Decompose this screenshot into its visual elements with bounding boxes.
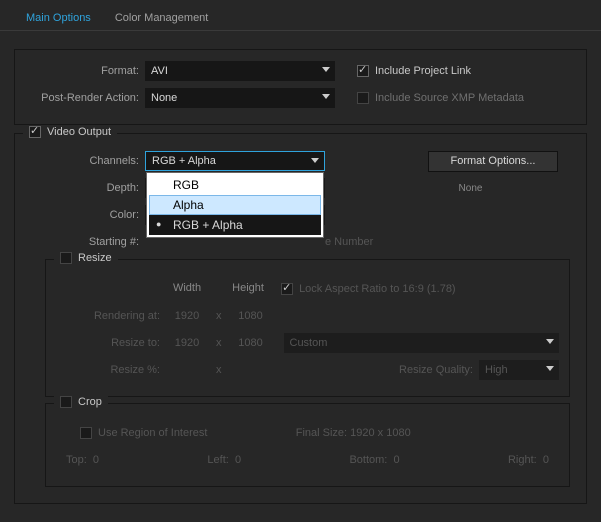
- include-xmp-label: Include Source XMP Metadata: [375, 92, 524, 104]
- crop-top-label: Top:: [66, 454, 87, 466]
- channels-option-rgb[interactable]: RGB: [149, 175, 321, 195]
- roi-label: Use Region of Interest: [98, 427, 207, 439]
- resize-to-label: Resize to:: [56, 337, 166, 349]
- tab-main-options[interactable]: Main Options: [14, 8, 103, 30]
- include-xmp-checkbox[interactable]: [357, 92, 369, 104]
- channels-value: RGB + Alpha: [152, 155, 216, 167]
- resize-quality-select[interactable]: High: [479, 360, 559, 380]
- format-value: AVI: [151, 65, 168, 77]
- rendering-at-label: Rendering at:: [56, 310, 166, 322]
- resize-preset-select[interactable]: Custom: [284, 333, 560, 353]
- crop-left-label: Left:: [207, 454, 228, 466]
- resize-header: Resize: [78, 252, 112, 264]
- channels-label: Channels:: [25, 155, 145, 167]
- starting-number-hint: e Number: [325, 236, 373, 248]
- crop-bottom-value[interactable]: 0: [393, 454, 399, 466]
- final-size-label: Final Size: 1920 x 1080: [296, 427, 411, 439]
- roi-checkbox[interactable]: [80, 427, 92, 439]
- crop-header: Crop: [78, 396, 102, 408]
- chevron-down-icon: [322, 94, 330, 99]
- channels-select[interactable]: RGB + Alpha RGB Alpha RGB + Alpha: [145, 151, 325, 171]
- section-video-output: Video Output Channels: RGB + Alpha RGB A…: [14, 133, 587, 504]
- video-output-checkbox[interactable]: [29, 126, 41, 138]
- crop-right-label: Right:: [508, 454, 537, 466]
- resize-quality-label: Resize Quality:: [399, 364, 473, 376]
- depth-note: None: [419, 183, 483, 194]
- width-header: Width: [166, 282, 208, 294]
- video-output-header: Video Output: [47, 126, 111, 138]
- tab-color-management[interactable]: Color Management: [103, 8, 221, 30]
- chevron-down-icon: [546, 339, 554, 344]
- resize-preset-value: Custom: [290, 337, 328, 349]
- include-project-link-checkbox[interactable]: [357, 65, 369, 77]
- chevron-down-icon: [546, 366, 554, 371]
- format-options-button[interactable]: Format Options...: [428, 151, 558, 172]
- channels-dropdown: RGB Alpha RGB + Alpha: [146, 172, 324, 238]
- include-project-link-label: Include Project Link: [375, 65, 471, 77]
- crop-checkbox[interactable]: [60, 396, 72, 408]
- channels-option-alpha[interactable]: Alpha: [149, 195, 321, 215]
- lock-aspect-checkbox[interactable]: [281, 283, 293, 295]
- chevron-down-icon: [311, 158, 319, 163]
- chevron-down-icon: [322, 67, 330, 72]
- starting-number-label: Starting #:: [25, 236, 145, 248]
- crop-top-value[interactable]: 0: [93, 454, 99, 466]
- height-header: Height: [227, 282, 269, 294]
- crop-left-value[interactable]: 0: [235, 454, 241, 466]
- format-label: Format:: [25, 65, 145, 77]
- color-label: Color:: [25, 209, 145, 221]
- crop-right-value[interactable]: 0: [543, 454, 549, 466]
- post-render-label: Post-Render Action:: [25, 92, 145, 104]
- depth-label: Depth:: [25, 182, 145, 194]
- resize-to-width[interactable]: 1920: [166, 337, 208, 349]
- channels-option-rgba[interactable]: RGB + Alpha: [149, 215, 321, 235]
- section-top: Format: AVI Include Project Link Post-Re…: [14, 49, 587, 125]
- rendering-height: 1080: [230, 310, 272, 322]
- section-crop: Crop Use Region of Interest Final Size: …: [45, 403, 570, 487]
- post-render-value: None: [151, 92, 177, 104]
- resize-to-height[interactable]: 1080: [230, 337, 272, 349]
- format-select[interactable]: AVI: [145, 61, 335, 81]
- post-render-select[interactable]: None: [145, 88, 335, 108]
- rendering-width: 1920: [166, 310, 208, 322]
- section-resize: Resize Width Height Lock Aspect Ratio to…: [45, 259, 570, 397]
- resize-checkbox[interactable]: [60, 252, 72, 264]
- crop-bottom-label: Bottom:: [349, 454, 387, 466]
- resize-pct-label: Resize %:: [56, 364, 166, 376]
- lock-aspect-label: Lock Aspect Ratio to 16:9 (1.78): [299, 283, 456, 295]
- resize-quality-value: High: [485, 364, 508, 376]
